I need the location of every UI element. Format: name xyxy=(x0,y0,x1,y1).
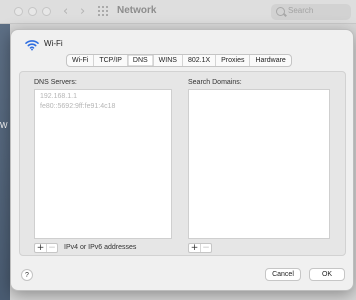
search-domains-list[interactable] xyxy=(188,89,330,239)
desktop-strip xyxy=(0,24,10,300)
cancel-button[interactable]: Cancel xyxy=(265,268,301,281)
dns-address-hint: IPv4 or IPv6 addresses xyxy=(64,244,137,251)
tab-proxies[interactable]: Proxies xyxy=(216,55,251,66)
back-arrow-icon[interactable]: ‹ xyxy=(63,4,68,19)
domains-add-remove-control: + − xyxy=(188,243,212,253)
dns-add-remove-control: + − xyxy=(34,243,58,253)
search-domains-label: Search Domains: xyxy=(188,79,242,86)
search-icon xyxy=(276,7,285,16)
wifi-icon xyxy=(25,40,39,51)
minimize-window-button[interactable] xyxy=(28,7,37,16)
list-item[interactable]: fe80::5692:9ff:fe91:4c18 xyxy=(40,103,115,110)
sheet-title: Wi-Fi xyxy=(44,39,63,48)
tab-hardware[interactable]: Hardware xyxy=(250,55,290,66)
dns-servers-label: DNS Servers: xyxy=(34,79,77,86)
tab-8021x[interactable]: 802.1X xyxy=(183,55,217,66)
remove-dns-server-button[interactable]: − xyxy=(46,244,57,252)
help-button[interactable]: ? xyxy=(21,269,33,281)
tab-wifi[interactable]: Wi-Fi xyxy=(67,55,95,66)
search-placeholder: Search xyxy=(288,6,314,15)
search-field[interactable]: Search xyxy=(271,4,351,20)
ok-button[interactable]: OK xyxy=(309,268,345,281)
dns-servers-list[interactable]: 192.168.1.1 fe80::5692:9ff:fe91:4c18 xyxy=(34,89,172,239)
close-window-button[interactable] xyxy=(14,7,23,16)
list-item[interactable]: 192.168.1.1 xyxy=(40,93,77,100)
add-search-domain-button[interactable]: + xyxy=(189,244,200,252)
tab-tcpip[interactable]: TCP/IP xyxy=(94,55,128,66)
zoom-window-button[interactable] xyxy=(42,7,51,16)
forward-arrow-icon[interactable]: › xyxy=(80,4,85,19)
network-titlebar: ‹ › Network Search xyxy=(0,0,356,24)
tab-bar: Wi-Fi TCP/IP DNS WINS 802.1X Proxies Har… xyxy=(66,54,292,67)
show-all-grid-icon[interactable] xyxy=(98,6,110,18)
remove-search-domain-button[interactable]: − xyxy=(200,244,211,252)
add-dns-server-button[interactable]: + xyxy=(35,244,46,252)
tab-dns[interactable]: DNS xyxy=(127,55,154,66)
window-title: Network xyxy=(117,5,157,16)
tab-wins[interactable]: WINS xyxy=(154,55,183,66)
wifi-advanced-sheet: Wi-Fi Wi-Fi TCP/IP DNS WINS 802.1X Proxi… xyxy=(10,29,354,291)
dns-panel: DNS Servers: 192.168.1.1 fe80::5692:9ff:… xyxy=(19,71,346,256)
sidebar-letter: W xyxy=(0,121,8,130)
